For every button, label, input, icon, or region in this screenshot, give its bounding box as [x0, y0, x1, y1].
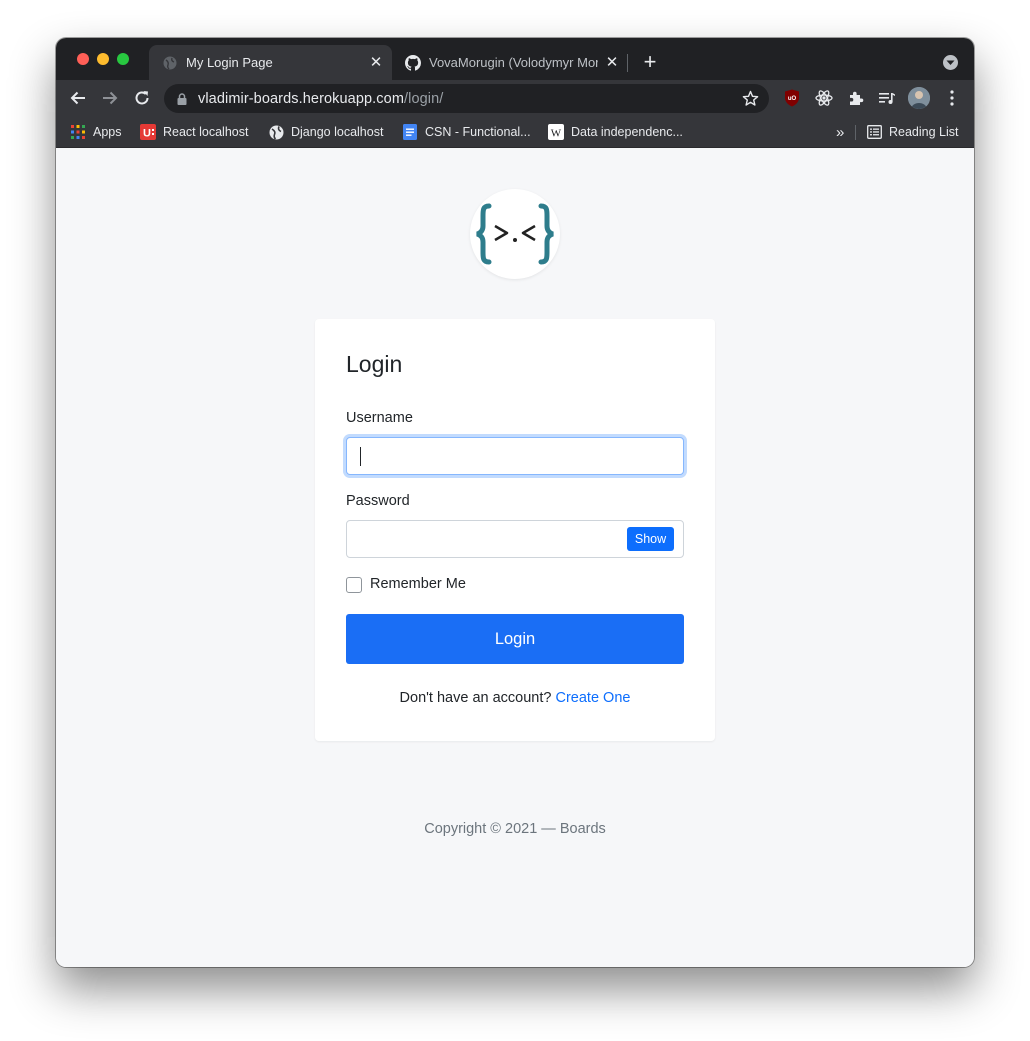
bookmark-label: React localhost — [163, 125, 249, 139]
bookmark-label: CSN - Functional... — [425, 125, 531, 139]
svg-text:W: W — [551, 128, 562, 140]
close-window-button[interactable] — [77, 53, 89, 65]
tab-github[interactable]: VovaMorugin (Volodymyr Morugin) ✕ — [392, 45, 628, 80]
logo-emblem-icon — [476, 203, 554, 265]
minimize-window-button[interactable] — [97, 53, 109, 65]
tab-divider — [627, 54, 628, 72]
apps-grid-icon — [70, 124, 86, 140]
username-label: Username — [346, 410, 413, 426]
tab-title: VovaMorugin (Volodymyr Morugin) — [429, 55, 598, 70]
close-tab-icon[interactable]: ✕ — [604, 54, 620, 71]
bookmark-label: Django localhost — [291, 125, 384, 139]
u-red-icon: U — [140, 124, 156, 140]
url-text: vladimir-boards.herokuapp.com/login/ — [198, 91, 443, 107]
close-tab-icon[interactable]: ✕ — [368, 54, 384, 71]
address-bar[interactable]: vladimir-boards.herokuapp.com/login/ — [164, 84, 769, 113]
create-account-link[interactable]: Create One — [555, 690, 630, 706]
page-content: Login Username Password Show Remember Me… — [56, 149, 974, 967]
remember-me-checkbox[interactable] — [346, 577, 362, 593]
password-label: Password — [346, 493, 410, 509]
wikipedia-icon: W — [548, 124, 564, 140]
username-input[interactable] — [346, 437, 684, 475]
signup-prompt: Don't have an account? Create One — [315, 690, 715, 706]
browser-toolbar: vladimir-boards.herokuapp.com/login/ uO — [56, 80, 974, 116]
media-control-icon[interactable] — [877, 88, 897, 108]
globe-icon — [162, 55, 178, 71]
svg-text:U: U — [143, 128, 151, 140]
react-devtools-icon[interactable] — [814, 88, 834, 108]
signup-prompt-text: Don't have an account? — [399, 690, 552, 706]
bookmark-react-localhost[interactable]: U React localhost — [140, 123, 248, 141]
reading-list-button[interactable]: Reading List — [866, 123, 959, 141]
bookmarks-overflow-icon[interactable]: » — [836, 123, 844, 141]
bookmark-django-localhost[interactable]: Django localhost — [268, 123, 383, 141]
reading-list-icon — [866, 124, 882, 140]
zoom-window-button[interactable] — [117, 53, 129, 65]
extensions-puzzle-icon[interactable] — [846, 88, 866, 108]
new-tab-icon[interactable]: + — [639, 51, 661, 73]
bookmark-star-icon[interactable] — [742, 90, 759, 107]
url-path: /login/ — [404, 90, 444, 107]
browser-window: My Login Page ✕ VovaMorugin (Volodymyr M… — [56, 38, 974, 967]
github-icon — [405, 54, 421, 71]
chrome-menu-icon[interactable] — [942, 88, 962, 108]
bookmark-label: Data independenc... — [571, 125, 683, 139]
bookmark-data-independence[interactable]: W Data independenc... — [548, 123, 683, 141]
tab-my-login-page[interactable]: My Login Page ✕ — [149, 45, 392, 80]
google-docs-icon — [402, 124, 418, 140]
ublock-icon[interactable]: uO — [782, 88, 802, 108]
bookmark-label: Apps — [93, 125, 122, 139]
password-input[interactable]: Show — [346, 520, 684, 558]
lock-icon[interactable] — [176, 92, 188, 106]
remember-me-label[interactable]: Remember Me — [370, 576, 466, 592]
svg-text:uO: uO — [788, 96, 797, 102]
reading-list-label: Reading List — [889, 125, 959, 139]
bookmark-apps[interactable]: Apps — [70, 123, 122, 141]
text-caret — [360, 447, 361, 466]
bookmark-csn-functional[interactable]: CSN - Functional... — [402, 123, 531, 141]
login-title: Login — [346, 351, 403, 377]
bookmarks-bar: Apps U React localhost Django localhost … — [56, 116, 974, 148]
site-logo — [470, 189, 560, 279]
tab-search-icon[interactable] — [943, 55, 958, 70]
footer-copyright: Copyright © 2021 — Boards — [424, 821, 606, 837]
login-button[interactable]: Login — [346, 614, 684, 664]
bookmark-divider — [855, 125, 856, 140]
profile-avatar[interactable] — [908, 87, 930, 109]
reload-icon[interactable] — [131, 87, 153, 109]
url-host: vladimir-boards.herokuapp.com — [198, 90, 404, 107]
globe-icon — [268, 124, 284, 140]
tab-title: My Login Page — [186, 55, 273, 70]
forward-arrow-icon[interactable] — [99, 87, 121, 109]
show-password-button[interactable]: Show — [627, 527, 674, 551]
tab-strip: My Login Page ✕ VovaMorugin (Volodymyr M… — [56, 38, 974, 80]
back-arrow-icon[interactable] — [67, 87, 89, 109]
login-card: Login Username Password Show Remember Me… — [315, 319, 715, 741]
